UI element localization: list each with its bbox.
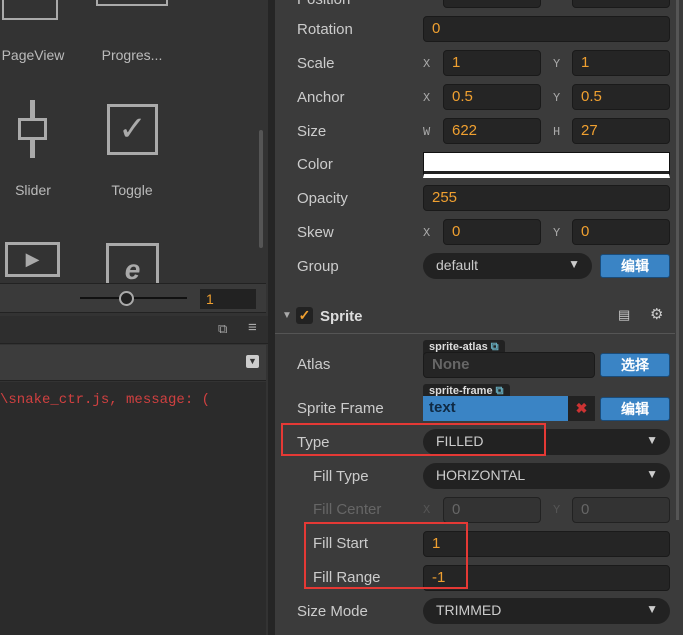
menu-icon[interactable]: ≡ [248, 319, 257, 336]
clear-icon[interactable]: ✖ [568, 396, 595, 421]
inspector-panel: Position 0 0 Rotation 0 Scale X 1 Y 1 An… [275, 0, 683, 635]
toggle-icon[interactable]: ✓ [107, 104, 158, 155]
atlas-field[interactable]: None [423, 352, 595, 378]
scale-y-input[interactable]: 1 [572, 50, 670, 76]
help-book-icon[interactable]: ▤ [618, 307, 630, 323]
size-label: Size [297, 123, 327, 140]
progressbar-icon[interactable] [96, 0, 168, 6]
widget-slider[interactable]: Slider [0, 182, 78, 198]
sprite-enabled-checkbox[interactable]: ✓ [296, 307, 313, 324]
slider-knob-icon [18, 118, 47, 140]
left-panel: PageView Progres... Slider ✓ Toggle ▶ e … [0, 0, 268, 635]
scale-x-input[interactable]: 1 [443, 50, 541, 76]
chevron-down-icon: ▼ [646, 602, 658, 616]
inspector-scrollbar[interactable] [676, 0, 679, 520]
skew-label: Skew [297, 224, 334, 241]
size-mode-label: Size Mode [297, 603, 368, 620]
collapse-arrow-icon[interactable]: ▼ [282, 310, 292, 321]
sprite-frame-edit-button[interactable]: 编辑 [600, 397, 670, 421]
scale-x-axis: X [423, 57, 431, 71]
chevron-down-icon: ▼ [568, 257, 580, 271]
chevron-down-icon: ▼ [646, 467, 658, 481]
fill-center-x-input[interactable]: 0 [443, 497, 541, 523]
highlight-box-fill [304, 522, 468, 589]
fill-center-x-axis: X [423, 503, 431, 517]
color-label: Color [297, 156, 333, 173]
skew-x-axis: X [423, 226, 431, 240]
color-swatch[interactable] [423, 152, 670, 178]
atlas-label: Atlas [297, 356, 331, 373]
rotation-input[interactable]: 0 [423, 16, 670, 42]
videoplayer-icon[interactable]: ▶ [5, 242, 60, 277]
sprite-component-header: ▼ ✓ Sprite ▤ ⚙ [275, 300, 675, 334]
position-label: Position [297, 0, 350, 8]
opacity-label: Opacity [297, 190, 348, 207]
size-w-input[interactable]: 622 [443, 118, 541, 144]
highlight-box-type [281, 423, 546, 456]
rotation-label: Rotation [297, 21, 353, 38]
sprite-title: Sprite [320, 308, 363, 325]
size-mode-select[interactable]: TRIMMED ▼ [423, 598, 670, 624]
group-value: default [436, 257, 479, 273]
log-error-line[interactable]: \snake_ctr.js, message: ( [0, 392, 210, 408]
console-toolbar: ▼ [0, 345, 266, 381]
sprite-frame-label: Sprite Frame [297, 400, 384, 417]
fill-type-label: Fill Type [313, 468, 369, 485]
widget-toggle[interactable]: Toggle [87, 182, 177, 198]
anchor-y-axis: Y [553, 91, 561, 105]
zoom-bar: 1 [0, 283, 266, 313]
group-edit-button[interactable]: 编辑 [600, 254, 670, 278]
fill-type-value: HORIZONTAL [436, 467, 526, 483]
size-h-input[interactable]: 27 [572, 118, 670, 144]
console-header: ⧉ ≡ [0, 316, 268, 344]
skew-x-input[interactable]: 0 [443, 219, 541, 245]
fill-center-y-axis: Y [553, 503, 561, 517]
panel-divider[interactable] [268, 0, 275, 635]
group-label: Group [297, 258, 339, 275]
chevron-down-icon: ▼ [646, 433, 658, 447]
skew-y-axis: Y [553, 226, 561, 240]
anchor-x-input[interactable]: 0.5 [443, 84, 541, 110]
skew-y-input[interactable]: 0 [572, 219, 670, 245]
position-x-input[interactable]: 0 [443, 0, 541, 8]
fill-center-y-input[interactable]: 0 [572, 497, 670, 523]
zoom-slider-handle[interactable] [119, 291, 134, 306]
size-w-axis: W [423, 125, 431, 139]
zoom-input[interactable]: 1 [200, 289, 256, 309]
atlas-select-button[interactable]: 选择 [600, 353, 670, 377]
widget-progressbar[interactable]: Progres... [87, 47, 177, 63]
widget-pageview[interactable]: PageView [0, 47, 78, 63]
opacity-input[interactable]: 255 [423, 185, 670, 211]
size-mode-value: TRIMMED [436, 602, 502, 618]
anchor-y-input[interactable]: 0.5 [572, 84, 670, 110]
size-h-axis: H [553, 125, 561, 139]
position-y-input[interactable]: 0 [572, 0, 670, 8]
popout-icon[interactable]: ⧉ [218, 321, 227, 337]
fill-type-select[interactable]: HORIZONTAL ▼ [423, 463, 670, 489]
sprite-frame-field[interactable]: text [423, 396, 568, 421]
scale-y-axis: Y [553, 57, 561, 71]
gear-icon[interactable]: ⚙ [650, 305, 663, 323]
group-select[interactable]: default ▼ [423, 253, 592, 279]
webview-icon[interactable]: e [106, 243, 159, 285]
scale-label: Scale [297, 55, 335, 72]
anchor-x-axis: X [423, 91, 431, 105]
fill-center-label: Fill Center [313, 501, 382, 518]
console-log: \snake_ctr.js, message: ( [0, 382, 266, 635]
widget-library: PageView Progres... Slider ✓ Toggle ▶ e [0, 0, 266, 285]
pageview-icon[interactable] [2, 0, 58, 20]
anchor-label: Anchor [297, 89, 345, 106]
widget-scrollbar[interactable] [259, 130, 263, 248]
dropdown-icon[interactable]: ▼ [246, 355, 259, 368]
